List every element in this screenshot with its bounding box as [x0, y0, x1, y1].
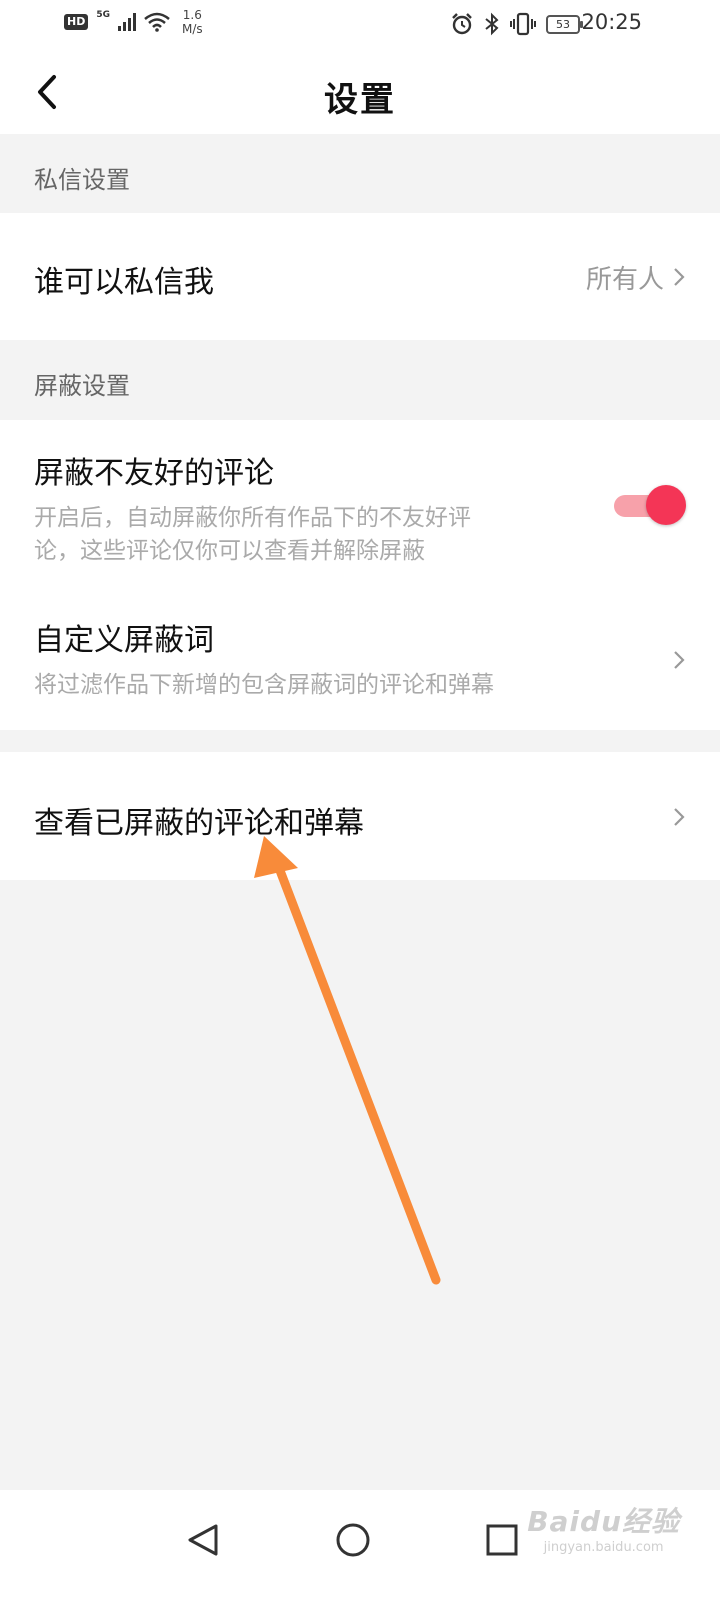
chevron-right-icon [674, 651, 685, 669]
wifi-icon [144, 12, 170, 32]
row-title-custom-words: 自定义屏蔽词 [34, 623, 214, 658]
row-title: 谁可以私信我 [34, 265, 214, 300]
section-label-messages: 私信设置 [34, 166, 130, 194]
toggle-knob [646, 485, 686, 525]
baidu-watermark: Baidu经验 jingyan.baidu.com [527, 1500, 680, 1555]
row-title-view-blocked: 查看已屏蔽的评论和弹幕 [34, 806, 364, 841]
status-right-icons: 53 [450, 12, 583, 36]
row-desc-unfriendly-line2: 论，这些评论仅你可以查看并解除屏蔽 [34, 538, 425, 564]
row-title-unfriendly: 屏蔽不友好的评论 [34, 456, 274, 491]
status-left: HD 5G 1.6 M/s [64, 8, 203, 36]
nav-back-icon [188, 1524, 218, 1556]
settings-screen: HD 5G 1.6 M/s 53 20:25 设置 私信设置 谁可以私信我 所有… [0, 0, 720, 1600]
speed-value: 1.6 [182, 8, 202, 22]
block-card: 屏蔽不友好的评论 开启后，自动屏蔽你所有作品下的不友好评 论，这些评论仅你可以查… [0, 420, 720, 730]
nav-back-button[interactable] [172, 1510, 232, 1570]
status-bar: HD 5G 1.6 M/s 53 20:25 [0, 0, 720, 50]
alarm-icon [452, 13, 472, 35]
vibrate-icon [510, 12, 536, 36]
bluetooth-icon [485, 12, 499, 36]
row-desc-custom-words: 将过滤作品下新增的包含屏蔽词的评论和弹幕 [34, 672, 494, 698]
page-title: 设置 [324, 80, 396, 120]
section-label-block: 屏蔽设置 [34, 372, 130, 400]
unfriendly-comment-toggle[interactable] [614, 485, 686, 525]
nav-home-button[interactable] [323, 1510, 383, 1570]
row-who-can-message[interactable]: 谁可以私信我 所有人 [0, 213, 720, 340]
network-type: 5G [96, 10, 110, 20]
row-view-blocked[interactable]: 查看已屏蔽的评论和弹幕 [0, 752, 720, 880]
header-bar: 设置 [0, 50, 720, 134]
signal-icon [118, 13, 136, 31]
watermark-url: jingyan.baidu.com [543, 1540, 664, 1555]
row-value: 所有人 [585, 265, 664, 295]
nav-recents-icon [486, 1524, 518, 1556]
watermark-logo: Baidu经验 [527, 1505, 680, 1538]
nav-home-icon [336, 1523, 370, 1557]
battery-icon: 53 [546, 14, 583, 34]
hd-badge: HD [64, 14, 89, 30]
clock: 20:25 [581, 10, 642, 34]
speed-unit: M/s [182, 22, 203, 36]
row-custom-words[interactable]: 自定义屏蔽词 将过滤作品下新增的包含屏蔽词的评论和弹幕 [0, 595, 720, 730]
chevron-right-icon [674, 808, 685, 826]
network-speed: 1.6 M/s [182, 8, 203, 36]
nav-recents-button[interactable] [472, 1510, 532, 1570]
row-desc-unfriendly-line1: 开启后，自动屏蔽你所有作品下的不友好评 [34, 505, 471, 531]
chevron-right-icon [674, 268, 685, 286]
